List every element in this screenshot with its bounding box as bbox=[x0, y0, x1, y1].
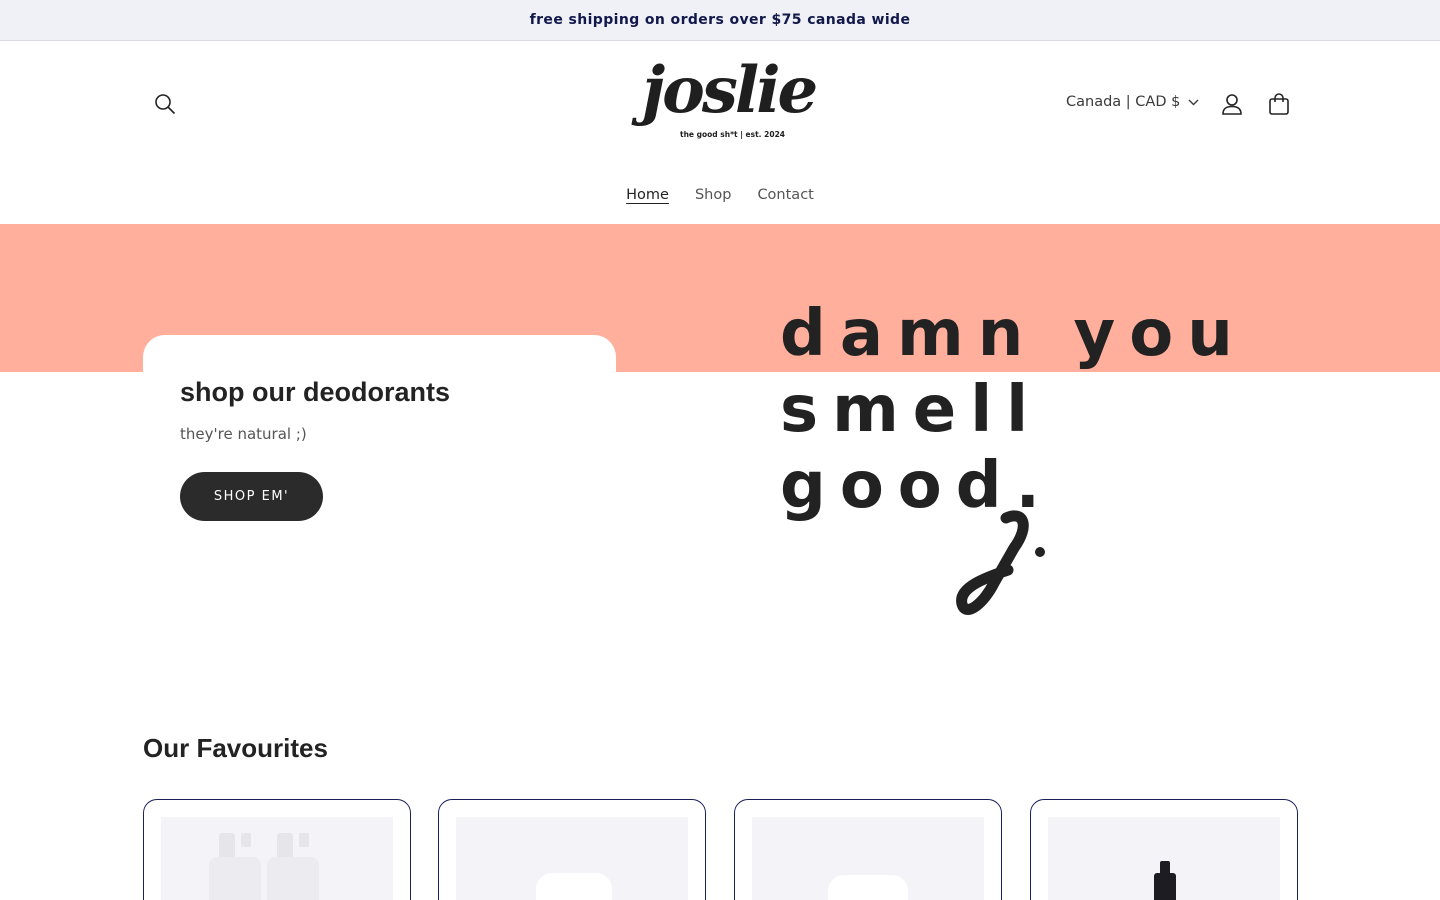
nav-item-home[interactable]: Home bbox=[626, 187, 669, 203]
account-button[interactable] bbox=[1217, 89, 1247, 119]
product-card[interactable] bbox=[438, 799, 706, 900]
brand-logo[interactable]: joslie the good sh*t | est. 2024 bbox=[638, 53, 818, 159]
logo-wordmark: joslie bbox=[642, 53, 818, 128]
product-image bbox=[752, 817, 984, 900]
country-selector-label: Canada | CAD $ bbox=[1066, 94, 1181, 110]
logo-tagline: the good sh*t | est. 2024 bbox=[680, 130, 786, 139]
user-icon bbox=[1222, 94, 1242, 115]
search-icon bbox=[155, 94, 176, 115]
deodorant-stick-icon bbox=[828, 875, 908, 900]
spray-bottles-icon bbox=[209, 833, 319, 900]
search-button[interactable] bbox=[150, 89, 180, 119]
product-card[interactable] bbox=[1030, 799, 1298, 900]
main-navigation: Home Shop Contact bbox=[0, 187, 1440, 203]
deodorant-stick-icon bbox=[536, 873, 612, 900]
hero-title: shop our deodorants bbox=[180, 377, 450, 407]
product-card[interactable] bbox=[734, 799, 1002, 900]
chevron-down-icon bbox=[1188, 99, 1199, 105]
announcement-bar: free shipping on orders over $75 canada … bbox=[0, 0, 1440, 41]
site-header: joslie the good sh*t | est. 2024 Canada … bbox=[0, 41, 1440, 224]
spray-bottle-icon bbox=[1154, 861, 1176, 900]
product-card[interactable] bbox=[143, 799, 411, 900]
product-image bbox=[1048, 817, 1280, 900]
hero-artwork: damn you smell good. bbox=[780, 296, 1247, 636]
signature-j-icon bbox=[956, 510, 1045, 615]
announcement-text: free shipping on orders over $75 canada … bbox=[529, 12, 911, 28]
section-title-favourites: Our Favourites bbox=[143, 733, 328, 763]
hero-content-card: shop our deodorants they're natural ;) S… bbox=[143, 335, 616, 565]
product-image bbox=[161, 817, 393, 900]
hero-subtitle: they're natural ;) bbox=[180, 425, 307, 443]
country-selector[interactable]: Canada | CAD $ bbox=[1066, 94, 1199, 110]
shop-em-button[interactable]: SHOP EM' bbox=[180, 472, 323, 521]
cart-button[interactable] bbox=[1264, 89, 1294, 119]
hero-art-line: smell bbox=[780, 373, 1043, 447]
product-image bbox=[456, 817, 688, 900]
bag-icon bbox=[1269, 93, 1289, 115]
hero-art-line: damn you bbox=[780, 297, 1247, 371]
nav-item-shop[interactable]: Shop bbox=[695, 187, 731, 203]
nav-item-contact[interactable]: Contact bbox=[757, 187, 813, 203]
shop-em-button-label: SHOP EM' bbox=[213, 489, 290, 504]
